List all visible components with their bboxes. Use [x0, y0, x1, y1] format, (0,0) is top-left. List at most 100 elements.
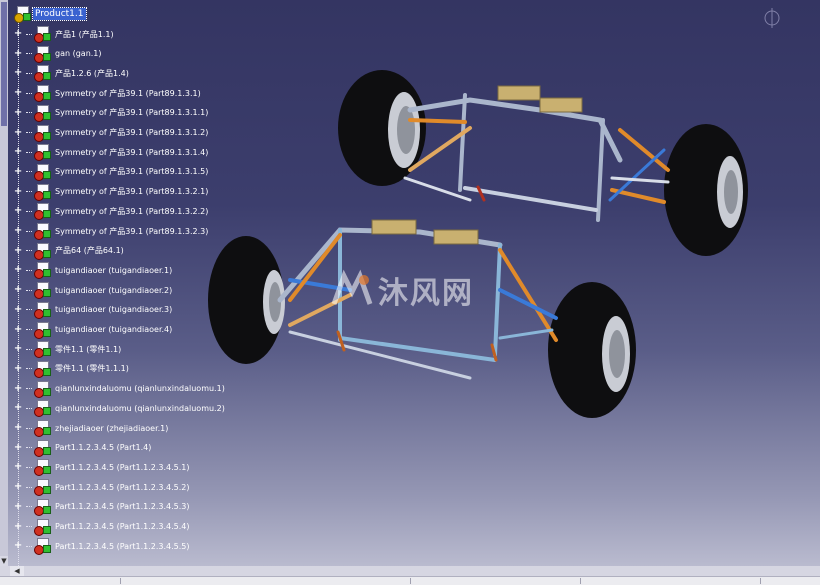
- expand-node-icon[interactable]: +: [14, 442, 22, 452]
- expand-node-icon[interactable]: +: [14, 541, 22, 551]
- expand-node-icon[interactable]: +: [14, 363, 22, 373]
- tree-node[interactable]: + tuigandiaoer (tuigandiaoer.3): [14, 300, 174, 320]
- tree-branch-line: [26, 447, 32, 449]
- expand-node-icon[interactable]: +: [14, 265, 22, 275]
- tree-node[interactable]: + 产品64 (产品64.1): [14, 241, 126, 261]
- tree-node[interactable]: + Part1.1.2.3.4.5 (Part1.1.2.3.4.5.4): [14, 517, 192, 537]
- tree-node[interactable]: + Part1.1.2.3.4.5 (Part1.4): [14, 438, 153, 458]
- expand-node-icon[interactable]: +: [14, 482, 22, 492]
- rear-suspension-frame: [403, 85, 670, 222]
- tree-branch-line: [26, 329, 32, 330]
- tree-node[interactable]: + 零件1.1 (零件1.1.1): [14, 359, 131, 379]
- tree-node[interactable]: + qianlunxindaluomu (qianlunxindaluomu.1): [14, 379, 227, 399]
- tree-node[interactable]: + Symmetry of 产品39.1 (Part89.1.3.1.5): [14, 162, 210, 182]
- tree-node-label: Part1.1.2.3.4.5 (Part1.1.2.3.4.5.4): [55, 522, 190, 531]
- expand-node-icon[interactable]: +: [14, 462, 22, 472]
- part-gear-icon: [34, 144, 51, 162]
- expand-node-icon[interactable]: +: [14, 226, 22, 236]
- part-gear-icon: [34, 301, 51, 319]
- tree-node-label: Symmetry of 产品39.1 (Part89.1.3.2.1): [55, 187, 209, 197]
- tree-node-label: Part1.1.2.3.4.5 (Part1.1.2.3.4.5.3): [55, 502, 190, 512]
- expand-node-icon[interactable]: +: [14, 48, 22, 58]
- expand-node-icon[interactable]: +: [14, 88, 22, 98]
- tree-node[interactable]: + Part1.1.2.3.4.5 (Part1.1.2.3.4.5.5): [14, 536, 192, 556]
- tree-node-label: Symmetry of 产品39.1 (Part89.1.3.1.2): [55, 128, 209, 137]
- part-gear-icon: [34, 203, 51, 221]
- part-gear-icon: [34, 242, 51, 260]
- tree-node[interactable]: + Symmetry of 产品39.1 (Part89.1.3.1.1): [14, 103, 210, 123]
- expand-node-icon[interactable]: +: [14, 285, 22, 295]
- expand-node-icon[interactable]: +: [14, 147, 22, 157]
- expand-node-icon[interactable]: +: [14, 127, 22, 137]
- tree-node[interactable]: + tuigandiaoer (tuigandiaoer.2): [14, 280, 174, 300]
- tree-branch-line: [26, 230, 32, 232]
- tree-branch-line: [26, 53, 32, 55]
- tree-node[interactable]: + gan (gan.1): [14, 44, 104, 64]
- tree-node[interactable]: + Part1.1.2.3.4.5 (Part1.1.2.3.4.5.3): [14, 497, 192, 517]
- horizontal-scrollbar[interactable]: ◀: [0, 566, 820, 576]
- rear-right-wheel[interactable]: [664, 124, 748, 256]
- tree-branch-line: [26, 466, 32, 468]
- tree-node[interactable]: + Symmetry of 产品39.1 (Part89.1.3.1.2): [14, 123, 210, 143]
- scroll-down-arrow-icon[interactable]: ▼: [0, 556, 8, 566]
- expand-node-icon[interactable]: +: [14, 501, 22, 511]
- expand-node-icon[interactable]: +: [14, 403, 22, 413]
- tree-node[interactable]: + Symmetry of 产品39.1 (Part89.1.3.1): [14, 83, 203, 103]
- tree-branch-line: [26, 388, 32, 390]
- watermark-mark-icon: [331, 269, 373, 305]
- tree-node[interactable]: + Symmetry of 产品39.1 (Part89.1.3.2.3): [14, 221, 210, 241]
- tree-node[interactable]: + Symmetry of 产品39.1 (Part89.1.3.2.1): [14, 182, 210, 202]
- tree-node-label: 产品1.2.6 (产品1.4): [55, 68, 129, 78]
- tree-node[interactable]: + qianlunxindaluomu (qianlunxindaluomu.2): [14, 398, 227, 418]
- expand-node-icon[interactable]: +: [14, 324, 22, 334]
- tree-node-label: tuigandiaoer (tuigandiaoer.4): [55, 325, 173, 334]
- tree-root-node[interactable]: Product1.1: [14, 4, 87, 24]
- part-gear-icon: [34, 400, 51, 418]
- expand-node-icon[interactable]: +: [14, 107, 22, 117]
- tree-node-label: Part1.1.2.3.4.5 (Part1.1.2.3.4.5.2): [55, 482, 190, 492]
- expand-node-icon[interactable]: +: [14, 206, 22, 216]
- specification-tree[interactable]: Product1.1 + 产品1 (产品1.1) + gan (gan.1) + 产品1.2…: [8, 0, 308, 566]
- tree-node-label: qianlunxindaluomu (qianlunxindaluomu.2): [55, 403, 225, 413]
- tree-node-label: 零件1.1 (零件1.1.1): [55, 364, 129, 374]
- expand-node-icon[interactable]: +: [14, 383, 22, 393]
- expand-node-icon[interactable]: +: [14, 166, 22, 176]
- status-separator: [580, 578, 581, 584]
- tree-node[interactable]: + 产品1.2.6 (产品1.4): [14, 63, 131, 83]
- expand-node-icon[interactable]: +: [14, 521, 22, 531]
- vertical-scrollbar-thumb[interactable]: [1, 2, 7, 126]
- compass-icon[interactable]: [764, 8, 780, 28]
- tree-branch-line: [26, 348, 32, 350]
- expand-node-icon[interactable]: +: [14, 423, 22, 433]
- expand-node-icon[interactable]: +: [14, 29, 22, 39]
- part-gear-icon: [34, 321, 51, 339]
- tree-node[interactable]: + tuigandiaoer (tuigandiaoer.1): [14, 260, 174, 280]
- expand-node-icon[interactable]: +: [14, 68, 22, 78]
- tree-branch-line: [26, 526, 32, 527]
- expand-node-icon[interactable]: +: [14, 344, 22, 354]
- expand-node-icon[interactable]: +: [14, 245, 22, 255]
- front-right-wheel[interactable]: [548, 282, 636, 418]
- tree-node[interactable]: + tuigandiaoer (tuigandiaoer.4): [14, 320, 174, 340]
- expand-node-icon[interactable]: +: [14, 186, 22, 196]
- tree-node[interactable]: + Part1.1.2.3.4.5 (Part1.1.2.3.4.5.1): [14, 457, 192, 477]
- tree-branch-line: [26, 112, 32, 114]
- tree-node[interactable]: + Symmetry of 产品39.1 (Part89.1.3.1.4): [14, 142, 210, 162]
- part-gear-icon: [34, 360, 51, 378]
- expand-node-icon[interactable]: +: [14, 304, 22, 314]
- tree-branch-line: [26, 151, 32, 153]
- vertical-scrollbar[interactable]: ▼: [0, 0, 8, 566]
- tree-node[interactable]: + 产品1 (产品1.1): [14, 24, 116, 44]
- tree-node-label: 产品1 (产品1.1): [55, 29, 114, 39]
- tree-node[interactable]: + Symmetry of 产品39.1 (Part89.1.3.2.2): [14, 201, 210, 221]
- watermark-text: 沐风网: [378, 276, 474, 311]
- tree-node-label: tuigandiaoer (tuigandiaoer.2): [55, 285, 173, 295]
- tree-node[interactable]: + Part1.1.2.3.4.5 (Part1.1.2.3.4.5.2): [14, 477, 192, 497]
- part-gear-icon: [34, 163, 51, 181]
- part-gear-icon: [34, 45, 51, 63]
- tree-node[interactable]: + 零件1.1 (零件1.1): [14, 339, 123, 359]
- part-gear-icon: [34, 183, 51, 201]
- scroll-left-arrow-icon[interactable]: ◀: [10, 566, 24, 576]
- part-gear-icon: [34, 282, 51, 300]
- tree-node[interactable]: + zhejiadiaoer (zhejiadiaoer.1): [14, 418, 170, 438]
